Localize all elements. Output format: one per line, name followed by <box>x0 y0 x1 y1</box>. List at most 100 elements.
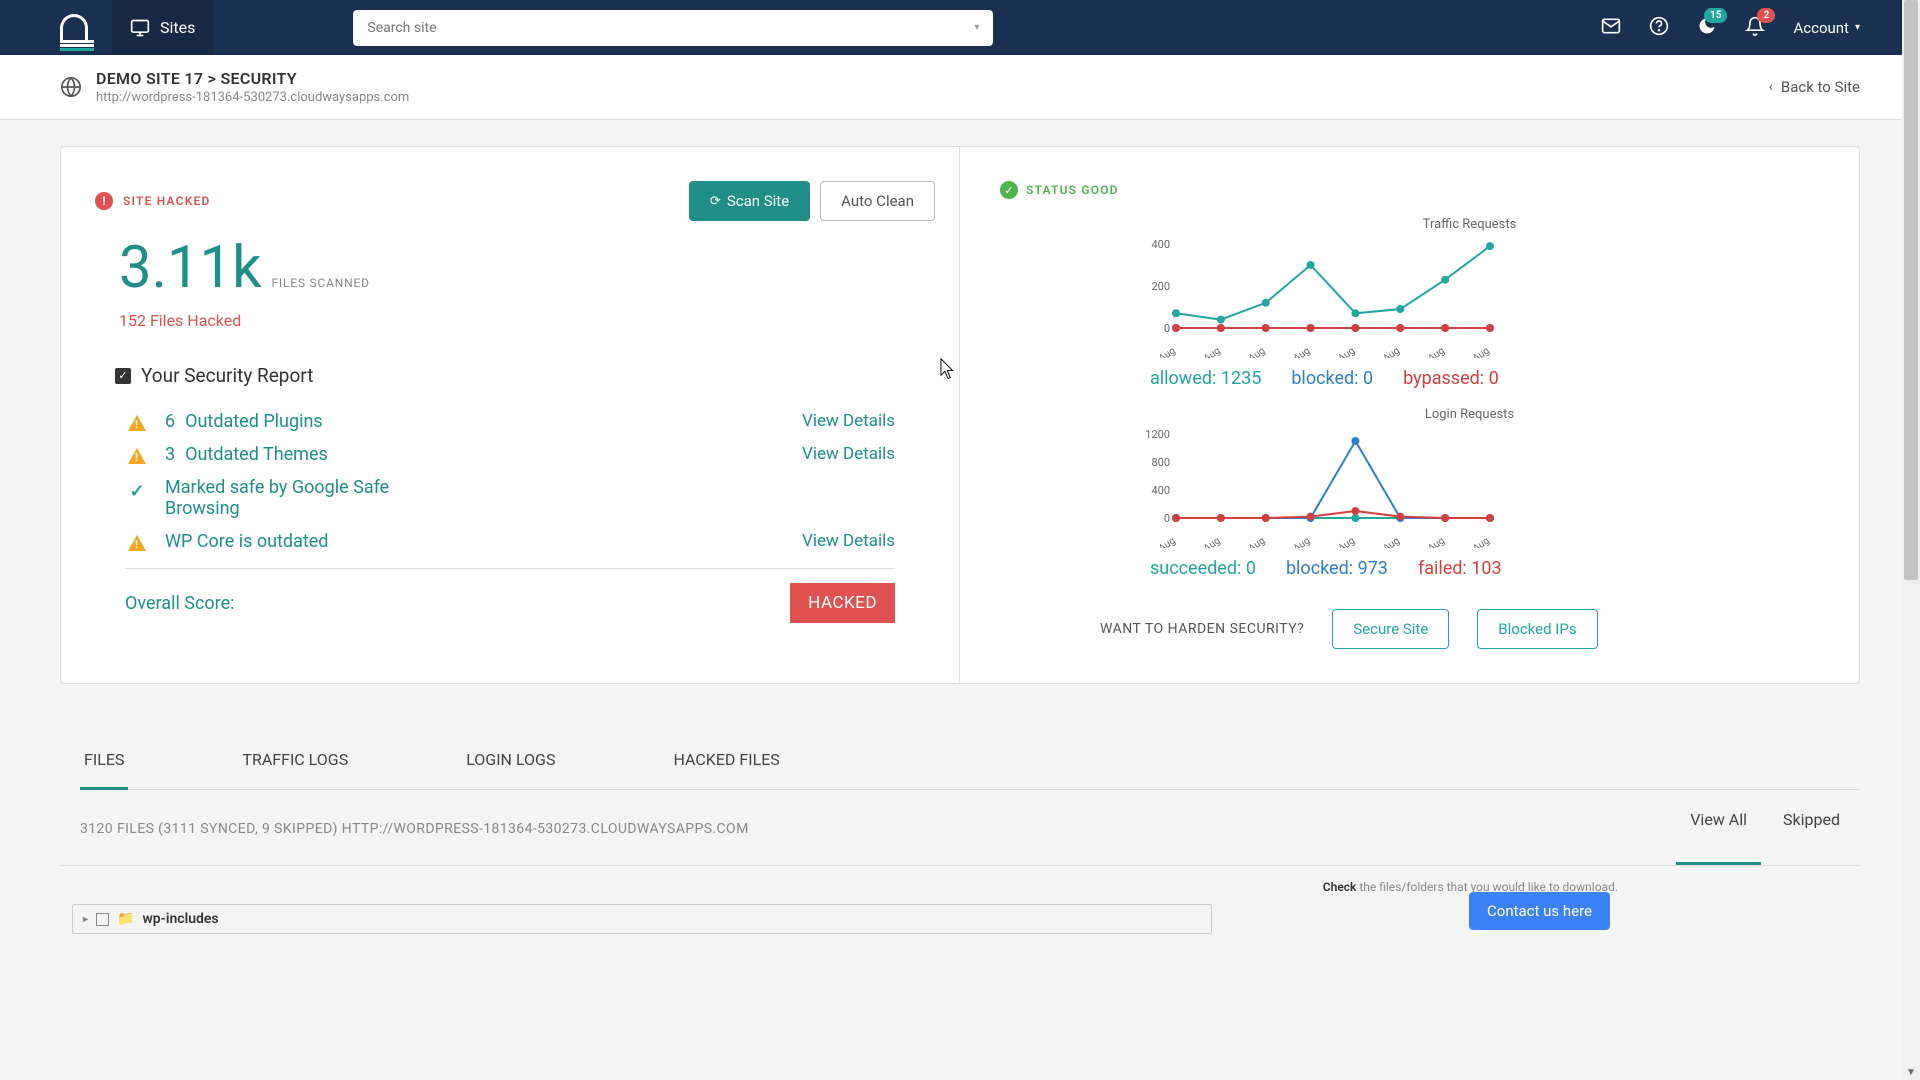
traffic-chart-title: Traffic Requests <box>1120 217 1819 232</box>
site-search[interactable]: ▾ <box>353 10 993 46</box>
subtab-view-all[interactable]: View All <box>1690 810 1747 847</box>
chevron-left-icon: ‹ <box>1769 79 1773 95</box>
tree-expand-icon[interactable]: ▸ <box>83 914 88 925</box>
security-report-list: 6Outdated Plugins View Details 3Outdated T… <box>125 405 935 558</box>
firewall-panel: ✓ STATUS GOOD Traffic Requests 020040009… <box>960 147 1859 683</box>
checkbox-icon: ✓ <box>115 368 131 384</box>
scroll-thumb[interactable] <box>1904 0 1918 580</box>
report-item-text: Marked safe by Google Safe Browsing <box>165 477 425 519</box>
scan-site-label: Scan Site <box>727 192 789 210</box>
svg-text:11-Aug: 11-Aug <box>1235 345 1267 358</box>
svg-text:400: 400 <box>1151 484 1170 497</box>
scrollbar[interactable]: ▲ ▼ <box>1902 0 1920 1080</box>
svg-text:09-Aug: 09-Aug <box>1146 535 1178 548</box>
help-button[interactable] <box>1649 16 1669 40</box>
shield-icon: ✓ <box>1000 181 1018 199</box>
report-item-text: 6Outdated Plugins <box>165 411 425 432</box>
activity-badge: 15 <box>1704 8 1727 23</box>
site-status-label: SITE HACKED <box>123 194 210 208</box>
tree-root-label: wp-includes <box>142 911 218 927</box>
tab-traffic-logs[interactable]: TRAFFIC LOGS <box>238 740 352 789</box>
report-title-text: Your Security Report <box>141 364 313 387</box>
tab-files[interactable]: FILES <box>80 740 128 789</box>
sites-nav-label: Sites <box>160 18 195 37</box>
check-hint: Check the files/folders that you would l… <box>72 880 1618 894</box>
secure-site-button[interactable]: Secure Site <box>1332 609 1449 649</box>
back-label: Back to Site <box>1781 78 1860 96</box>
svg-text:16-Aug: 16-Aug <box>1460 535 1492 548</box>
svg-text:800: 800 <box>1151 456 1170 469</box>
files-meta-row: 3120 FILES (3111 SYNCED, 9 SKIPPED) HTTP… <box>60 790 1860 866</box>
security-scan-panel: ! SITE HACKED ⟳ Scan Site Auto Clean 3.1… <box>61 147 960 683</box>
svg-text:16-Aug: 16-Aug <box>1460 345 1492 358</box>
files-scanned-value: 3.11k <box>119 239 261 297</box>
svg-text:14-Aug: 14-Aug <box>1370 535 1402 548</box>
overall-score-badge: HACKED <box>790 583 895 623</box>
warning-icon <box>128 535 146 551</box>
breadcrumb-text: DEMO SITE 17 > SECURITY http://wordpress… <box>96 69 409 105</box>
account-menu[interactable]: Account ▾ <box>1793 19 1860 37</box>
svg-text:0: 0 <box>1164 512 1170 525</box>
view-details-link[interactable]: View Details <box>802 531 895 551</box>
legend-failed: failed: 103 <box>1418 558 1502 579</box>
folder-icon: 📁 <box>117 911 134 927</box>
security-report-title: ✓ Your Security Report <box>115 364 935 387</box>
legend-blocked: blocked: 973 <box>1286 558 1388 579</box>
svg-text:15-Aug: 15-Aug <box>1415 345 1447 358</box>
tab-login-logs[interactable]: LOGIN LOGS <box>462 740 559 789</box>
warning-icon <box>128 448 146 464</box>
report-item-text: WP Core is outdated <box>165 531 425 552</box>
files-scanned-label: FILES SCANNED <box>271 276 369 290</box>
scroll-down-icon[interactable]: ▼ <box>1906 1067 1916 1078</box>
auto-clean-button[interactable]: Auto Clean <box>820 181 935 221</box>
monitor-icon <box>130 18 150 38</box>
svg-text:10-Aug: 10-Aug <box>1190 535 1222 548</box>
svg-text:400: 400 <box>1151 238 1170 251</box>
scan-site-button[interactable]: ⟳ Scan Site <box>689 181 810 221</box>
notifications-badge: 2 <box>1757 8 1775 23</box>
subtab-skipped[interactable]: Skipped <box>1783 810 1840 847</box>
overall-score-label: Overall Score: <box>125 593 235 614</box>
legend-bypassed: bypassed: 0 <box>1403 368 1499 389</box>
globe-icon <box>60 76 82 98</box>
report-item: WP Core is outdated View Details <box>125 525 935 558</box>
svg-text:11-Aug: 11-Aug <box>1235 535 1267 548</box>
notifications-button[interactable]: 2 <box>1745 16 1765 40</box>
svg-text:13-Aug: 13-Aug <box>1325 535 1357 548</box>
svg-text:12-Aug: 12-Aug <box>1280 345 1312 358</box>
search-input[interactable] <box>367 20 979 36</box>
warning-icon <box>128 415 146 431</box>
back-to-site-link[interactable]: ‹ Back to Site <box>1769 78 1860 96</box>
svg-text:12-Aug: 12-Aug <box>1280 535 1312 548</box>
traffic-chart: 020040009-Aug10-Aug11-Aug12-Aug13-Aug14-… <box>1140 238 1490 358</box>
detail-tabs: FILES TRAFFIC LOGS LOGIN LOGS HACKED FIL… <box>80 740 1860 790</box>
activity-button[interactable]: 15 <box>1697 16 1717 40</box>
svg-text:10-Aug: 10-Aug <box>1190 345 1222 358</box>
traffic-legend: allowed: 1235 blocked: 0 bypassed: 0 <box>1150 368 1819 389</box>
login-legend: succeeded: 0 blocked: 973 failed: 103 <box>1150 558 1819 579</box>
report-item: ✓ Marked safe by Google Safe Browsing <box>125 471 935 525</box>
check-icon: ✓ <box>129 481 144 502</box>
blocked-ips-button[interactable]: Blocked IPs <box>1477 609 1597 649</box>
svg-text:15-Aug: 15-Aug <box>1415 535 1447 548</box>
firewall-status-label: STATUS GOOD <box>1026 183 1119 197</box>
contact-us-button[interactable]: Contact us here <box>1469 892 1610 930</box>
mail-button[interactable] <box>1601 16 1621 40</box>
report-item-text: 3Outdated Themes <box>165 444 425 465</box>
file-tree-row[interactable]: ▸ 📁 wp-includes <box>72 904 1212 934</box>
view-details-link[interactable]: View Details <box>802 444 895 464</box>
sites-nav-button[interactable]: Sites <box>112 0 213 55</box>
tab-hacked-files[interactable]: HACKED FILES <box>669 740 783 789</box>
files-hacked-count: 152 Files Hacked <box>119 311 935 330</box>
app-logo <box>60 14 88 42</box>
files-summary: 3120 FILES (3111 SYNCED, 9 SKIPPED) HTTP… <box>80 821 749 837</box>
chevron-down-icon: ▾ <box>1855 22 1860 33</box>
login-chart: 0400800120009-Aug10-Aug11-Aug12-Aug13-Au… <box>1140 428 1490 548</box>
chevron-down-icon: ▾ <box>974 22 979 33</box>
tree-checkbox[interactable] <box>96 913 109 926</box>
help-icon <box>1649 16 1669 36</box>
svg-text:14-Aug: 14-Aug <box>1370 345 1402 358</box>
svg-text:09-Aug: 09-Aug <box>1146 345 1178 358</box>
view-details-link[interactable]: View Details <box>802 411 895 431</box>
file-area: Check the files/folders that you would l… <box>60 866 1860 934</box>
